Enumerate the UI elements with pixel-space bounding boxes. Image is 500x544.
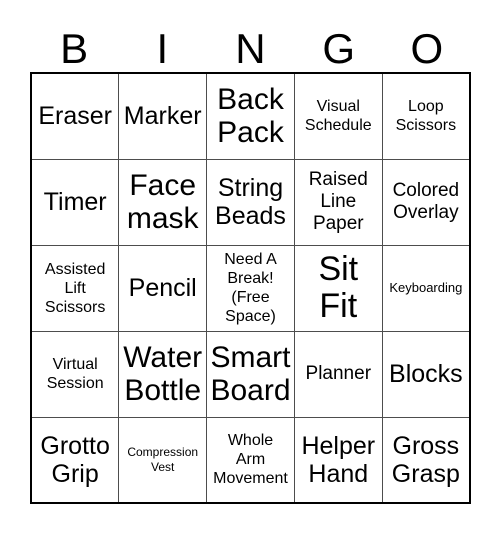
bingo-cell[interactable]: Face mask [118,158,208,246]
bingo-cell-label: Compression Vest [127,444,199,474]
bingo-cell-label: Face mask [126,169,199,235]
bingo-grid: Eraser Marker Back Pack Visual Schedule Loop… [30,72,471,504]
bingo-cell-label: Raised Line Paper [308,169,368,234]
bingo-card: B I N G O Eraser Marker Back Pack Visual Sc… [30,10,471,504]
bingo-cell-label: Blocks [389,360,463,388]
bingo-cell-label: Keyboarding [389,280,463,295]
bingo-row: Virtual Session Water Bottle Smart Board Pl… [30,330,471,418]
bingo-cell[interactable]: Eraser [30,72,120,160]
bingo-row: Eraser Marker Back Pack Visual Schedule Loop… [30,72,471,160]
bingo-cell[interactable]: Blocks [381,330,471,418]
bingo-cell[interactable]: String Beads [206,158,295,246]
bingo-cell-label: Grotto Grip [40,431,110,488]
bingo-cell-label: Whole Arm Movement [213,432,288,488]
bingo-header-row: B I N G O [30,10,471,72]
bingo-header-letter-n: N [235,25,266,72]
bingo-cell-label: Water Bottle [123,341,203,407]
bingo-cell[interactable]: Timer [30,158,120,246]
bingo-cell-label: String Beads [215,174,286,230]
bingo-cell[interactable]: Virtual Session [30,330,120,418]
bingo-cell[interactable]: Back Pack [206,72,295,160]
bingo-cell[interactable]: Assisted Lift Scissors [30,244,120,332]
bingo-cell[interactable]: Loop Scissors [381,72,471,160]
bingo-cell-label: Planner [305,363,372,384]
bingo-cell[interactable]: Helper Hand [293,416,383,504]
bingo-cell-label: Timer [43,188,107,216]
bingo-cell-label: Marker [123,102,202,131]
bingo-row: Assisted Lift Scissors Pencil Need A Break… [30,244,471,332]
bingo-cell[interactable]: Pencil [118,244,208,332]
bingo-cell[interactable]: Water Bottle [118,330,208,418]
bingo-cell[interactable]: Marker [118,72,208,160]
bingo-cell[interactable]: Sit Fit [293,244,383,332]
bingo-cell-label: Pencil [128,274,197,302]
bingo-cell-label: Assisted Lift Scissors [44,260,106,316]
bingo-cell[interactable]: Planner [293,330,383,418]
bingo-cell-label: Need A Break! (Free Space) [224,251,277,325]
bingo-cell[interactable]: Visual Schedule [293,72,383,160]
bingo-cell-label: Virtual Session [46,356,104,392]
bingo-cell-label: Gross Grasp [391,431,460,488]
bingo-cell[interactable]: Colored Overlay [381,158,471,246]
bingo-cell[interactable]: Smart Board [206,330,295,418]
bingo-header-letter-o: O [410,25,444,72]
bingo-cell-label: Eraser [38,102,112,131]
bingo-cell[interactable]: Compression Vest [118,416,208,504]
bingo-cell[interactable]: Grotto Grip [30,416,120,504]
bingo-cell[interactable]: Raised Line Paper [293,158,383,246]
bingo-row: Timer Face mask String Beads Raised Line Pa… [30,158,471,246]
bingo-cell-label: Helper Hand [301,431,376,488]
bingo-cell-label: Sit Fit [318,250,359,325]
bingo-cell[interactable]: Keyboarding [381,244,471,332]
bingo-header-letter-i: I [156,25,169,72]
bingo-cell-label: Visual Schedule [304,98,372,135]
bingo-row: Grotto Grip Compression Vest Whole Arm Mov… [30,416,471,504]
bingo-header-letter-g: G [322,25,355,72]
bingo-cell-free-space[interactable]: Need A Break! (Free Space) [206,244,295,332]
bingo-cell-label: Colored Overlay [392,180,460,223]
bingo-cell[interactable]: Whole Arm Movement [206,416,295,504]
bingo-cell-label: Smart Board [210,341,291,407]
bingo-cell[interactable]: Gross Grasp [381,416,471,504]
bingo-cell-label: Back Pack [217,83,284,150]
bingo-cell-label: Loop Scissors [395,98,457,135]
bingo-header-letter-b: B [60,25,89,72]
